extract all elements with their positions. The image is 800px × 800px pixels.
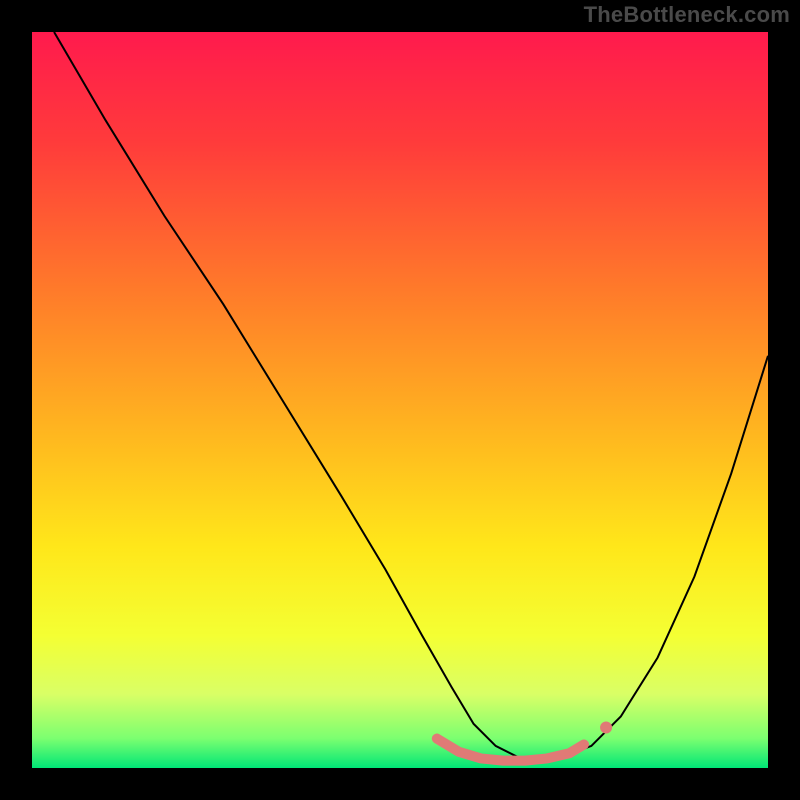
points-layer (600, 722, 612, 734)
chart-frame: TheBottleneck.com (0, 0, 800, 800)
point-accent-dot (600, 722, 612, 734)
watermark-text: TheBottleneck.com (584, 2, 790, 28)
chart-canvas (0, 0, 800, 800)
